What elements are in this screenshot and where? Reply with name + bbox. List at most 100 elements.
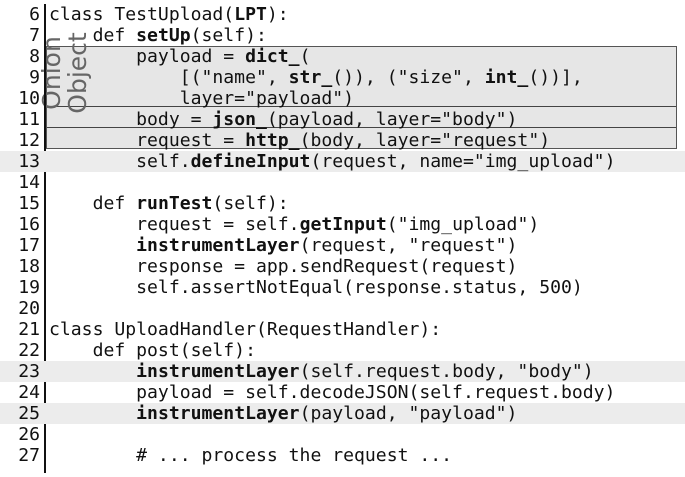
line-number: 15 — [18, 193, 40, 214]
code-fragment: ("img_upload") — [386, 214, 540, 235]
line-number: 8 — [29, 46, 40, 67]
code-fragment: [("name", — [49, 67, 289, 88]
code-keyword-bold: setUp — [136, 25, 191, 46]
code-keyword-bold: http_ — [245, 130, 300, 151]
code-line-7: 7 def setUp(self): — [0, 25, 685, 46]
code-line-19: 19 self.assertNotEqual(response.status, … — [0, 277, 685, 298]
code-keyword-bold: runTest — [136, 193, 213, 214]
code-keyword-bold: getInput — [299, 214, 387, 235]
code-text: request = self.getInput("img_upload") — [49, 214, 539, 235]
code-text: def runTest(self): — [49, 193, 289, 214]
code-fragment: body = — [49, 109, 213, 130]
code-line-15: 15 def runTest(self): — [0, 193, 685, 214]
code-fragment: ()), ("size", — [332, 67, 485, 88]
code-fragment: class UploadHandler(RequestHandler): — [49, 319, 442, 340]
code-line-20: 20 — [0, 298, 685, 319]
code-fragment — [49, 235, 136, 256]
code-fragment: self.assertNotEqual(response.status, 500… — [49, 277, 583, 298]
code-line-21: 21 class UploadHandler(RequestHandler): — [0, 319, 685, 340]
code-line-13: 13 self.defineInput(request, name="img_u… — [0, 151, 685, 172]
line-number: 21 — [18, 319, 40, 340]
line-number: 26 — [18, 424, 40, 445]
line-number: 9 — [29, 67, 40, 88]
code-text: class UploadHandler(RequestHandler): — [49, 319, 441, 340]
code-fragment: response = app.sendRequest(request) — [49, 256, 518, 277]
code-fragment: layer="payload") — [49, 88, 355, 109]
code-text: # ... process the request ... — [49, 445, 452, 466]
code-keyword-bold: LPT — [234, 4, 267, 25]
line-number: 25 — [18, 403, 40, 424]
code-fragment: request = self. — [49, 214, 300, 235]
code-keyword-bold: instrumentLayer — [136, 235, 300, 256]
code-fragment: def post(self): — [49, 340, 256, 361]
code-fragment — [49, 361, 136, 382]
code-line-14: 14 — [0, 172, 685, 193]
code-line-17: 17 instrumentLayer(request, "request") — [0, 235, 685, 256]
code-fragment: payload = — [49, 46, 246, 67]
line-number: 16 — [18, 214, 40, 235]
code-fragment: def — [49, 25, 137, 46]
line-number: 27 — [18, 445, 40, 466]
line-number: 23 — [18, 361, 40, 382]
code-fragment: (request, name="img_upload") — [310, 151, 616, 172]
code-line-25: 25 instrumentLayer(payload, "payload") — [0, 403, 685, 424]
line-number: 12 — [18, 130, 40, 151]
line-number: 19 — [18, 277, 40, 298]
code-text: self.defineInput(request, name="img_uplo… — [49, 151, 615, 172]
code-fragment: (body, layer="request") — [299, 130, 551, 151]
line-number: 18 — [18, 256, 40, 277]
code-fragment: (self.request.body, "body") — [299, 361, 594, 382]
code-fragment: class TestUpload( — [49, 4, 235, 25]
code-keyword-bold: defineInput — [190, 151, 311, 172]
code-text: def setUp(self): — [49, 25, 267, 46]
code-fragment: ): — [266, 4, 289, 25]
code-line-11: 11 body = json_(payload, layer="body") — [0, 109, 685, 130]
code-listing: Onion Object 6 class TestUpload(LPT): 7 de… — [0, 0, 685, 477]
code-text: self.assertNotEqual(response.status, 500… — [49, 277, 583, 298]
code-text: instrumentLayer(request, "request") — [49, 235, 517, 256]
code-text: class TestUpload(LPT): — [49, 4, 289, 25]
code-line-18: 18 response = app.sendRequest(request) — [0, 256, 685, 277]
code-text: [("name", str_()), ("size", int_())], — [49, 67, 583, 88]
code-text: payload = self.decodeJSON(self.request.b… — [49, 382, 615, 403]
code-fragment — [49, 403, 136, 424]
code-fragment: payload = self.decodeJSON(self.request.b… — [49, 382, 616, 403]
line-number: 22 — [18, 340, 40, 361]
code-line-9: 9 [("name", str_()), ("size", int_())], — [0, 67, 685, 88]
code-text: def post(self): — [49, 340, 256, 361]
code-keyword-bold: json_ — [212, 109, 267, 130]
code-line-24: 24 payload = self.decodeJSON(self.reques… — [0, 382, 685, 403]
line-number: 10 — [18, 88, 40, 109]
code-fragment: ( — [299, 46, 311, 67]
code-keyword-bold: dict_ — [245, 46, 300, 67]
code-keyword-bold: int_ — [484, 67, 529, 88]
code-text: request = http_(body, layer="request") — [49, 130, 550, 151]
code-line-8: 8 payload = dict_( — [0, 46, 685, 67]
line-number: 24 — [18, 382, 40, 403]
line-number: 17 — [18, 235, 40, 256]
code-text: layer="payload") — [49, 88, 354, 109]
line-number: 14 — [18, 172, 40, 193]
code-line-27: 27 # ... process the request ... — [0, 445, 685, 466]
code-text: instrumentLayer(self.request.body, "body… — [49, 361, 594, 382]
line-number: 7 — [29, 25, 40, 46]
code-text: payload = dict_( — [49, 46, 310, 67]
code-fragment: def — [49, 193, 137, 214]
code-line-23: 23 instrumentLayer(self.request.body, "b… — [0, 361, 685, 382]
code-line-22: 22 def post(self): — [0, 340, 685, 361]
line-number: 11 — [18, 109, 40, 130]
code-fragment: (payload, "payload") — [299, 403, 518, 424]
code-line-26: 26 — [0, 424, 685, 445]
code-fragment: (self): — [190, 25, 267, 46]
code-fragment: (self): — [212, 193, 289, 214]
line-number: 13 — [18, 151, 40, 172]
line-number: 20 — [18, 298, 40, 319]
code-fragment: ())], — [528, 67, 583, 88]
code-keyword-bold: instrumentLayer — [136, 403, 300, 424]
code-fragment: self. — [49, 151, 191, 172]
code-fragment: request = — [49, 130, 246, 151]
code-fragment: # ... process the request ... — [49, 445, 453, 466]
code-keyword-bold: instrumentLayer — [136, 361, 300, 382]
code-line-10: 10 layer="payload") — [0, 88, 685, 109]
code-line-12: 12 request = http_(body, layer="request"… — [0, 130, 685, 151]
